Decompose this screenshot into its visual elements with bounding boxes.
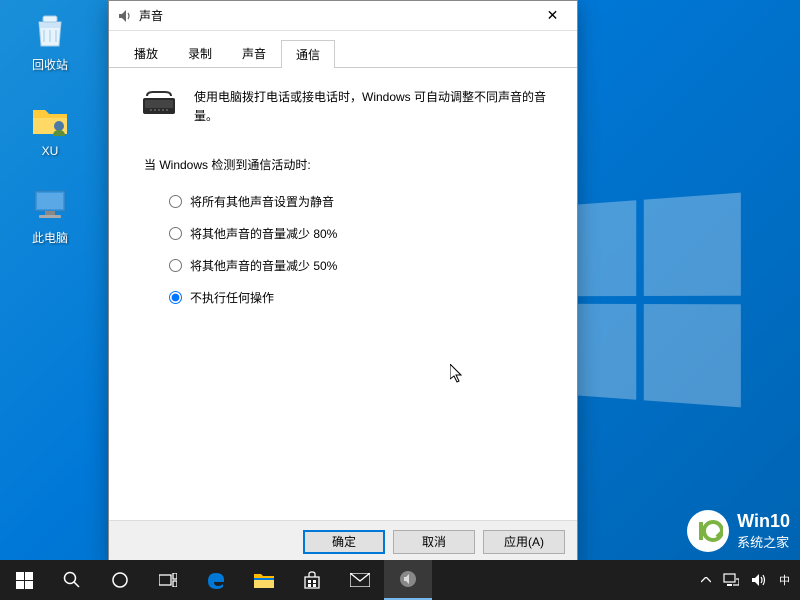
windows-logo-background: [552, 193, 741, 408]
sound-dialog: 声音 ✕ 播放 录制 声音 通信 使用电脑拨打电话或接电话时，Windows 可…: [108, 0, 578, 563]
tray-network-icon[interactable]: [717, 560, 745, 600]
tab-content: 使用电脑拨打电话或接电话时，Windows 可自动调整不同声音的音量。 当 Wi…: [109, 68, 577, 326]
watermark-line1: Win10: [737, 511, 790, 532]
dialog-tabs: 播放 录制 声音 通信: [109, 31, 577, 68]
icon-label: XU: [42, 144, 59, 158]
ok-button[interactable]: 确定: [303, 530, 385, 554]
this-pc-icon[interactable]: 此电脑: [15, 183, 85, 246]
dialog-button-row: 确定 取消 应用(A): [109, 520, 577, 562]
tab-playback[interactable]: 播放: [119, 39, 173, 67]
watermark-line2: 系统之家: [737, 532, 790, 551]
search-button[interactable]: [48, 560, 96, 600]
taskbar: 中: [0, 560, 800, 600]
user-folder-icon[interactable]: XU: [15, 98, 85, 158]
icon-label: 回收站: [32, 56, 68, 73]
cancel-button[interactable]: 取消: [393, 530, 475, 554]
radio-input[interactable]: [169, 259, 182, 272]
dialog-title: 声音: [139, 7, 530, 24]
dialog-titlebar[interactable]: 声音 ✕: [109, 1, 577, 31]
radio-input[interactable]: [169, 291, 182, 304]
system-tray: 中: [695, 560, 800, 600]
recycle-bin-icon[interactable]: 回收站: [15, 10, 85, 73]
radio-input[interactable]: [169, 227, 182, 240]
tray-chevron-icon[interactable]: [695, 560, 717, 600]
sound-settings-button[interactable]: [384, 560, 432, 600]
tab-sounds[interactable]: 声音: [227, 39, 281, 67]
desktop-icons-area: 回收站 XU 此电脑: [15, 10, 85, 246]
edge-button[interactable]: [192, 560, 240, 600]
sound-app-icon: [117, 8, 133, 24]
tray-ime-icon[interactable]: 中: [773, 560, 796, 600]
watermark: Win10 系统之家: [687, 510, 790, 552]
radio-mute-all[interactable]: 将所有其他声音设置为静音: [169, 193, 547, 210]
tab-recording[interactable]: 录制: [173, 39, 227, 67]
apply-button[interactable]: 应用(A): [483, 530, 565, 554]
info-text: 使用电脑拨打电话或接电话时，Windows 可自动调整不同声音的音量。: [194, 88, 547, 126]
start-button[interactable]: [0, 560, 48, 600]
file-explorer-button[interactable]: [240, 560, 288, 600]
store-button[interactable]: [288, 560, 336, 600]
radio-reduce-50[interactable]: 将其他声音的音量减少 50%: [169, 257, 547, 274]
radio-reduce-80[interactable]: 将其他声音的音量减少 80%: [169, 225, 547, 242]
tab-communications[interactable]: 通信: [281, 40, 335, 68]
task-view-button[interactable]: [144, 560, 192, 600]
cortana-button[interactable]: [96, 560, 144, 600]
section-label: 当 Windows 检测到通信活动时:: [144, 156, 547, 173]
radio-input[interactable]: [169, 195, 182, 208]
icon-label: 此电脑: [32, 229, 68, 246]
watermark-logo: [687, 510, 729, 552]
radio-group: 将所有其他声音设置为静音 将其他声音的音量减少 80% 将其他声音的音量减少 5…: [169, 193, 547, 306]
phone-device-icon: [139, 88, 179, 118]
tray-volume-icon[interactable]: [745, 560, 773, 600]
mail-button[interactable]: [336, 560, 384, 600]
close-button[interactable]: ✕: [530, 1, 575, 31]
radio-do-nothing[interactable]: 不执行任何操作: [169, 289, 547, 306]
